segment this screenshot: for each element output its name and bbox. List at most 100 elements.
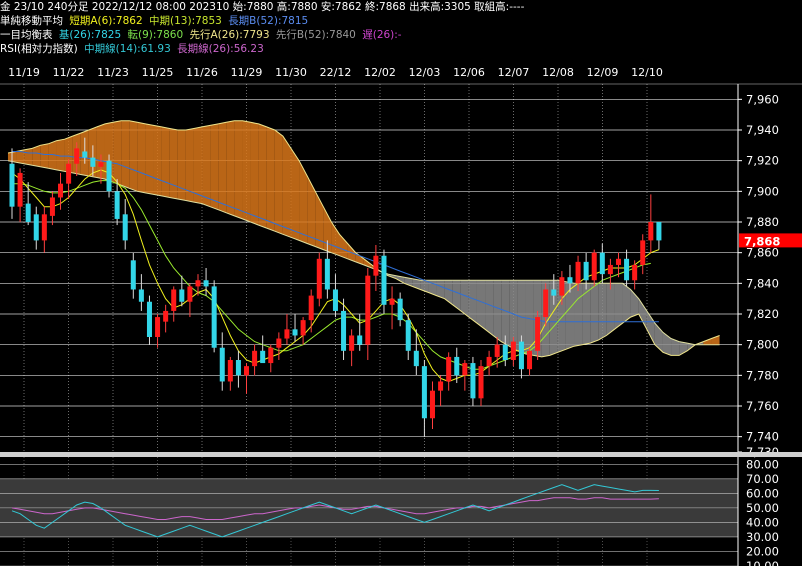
cloud-segment (40, 143, 49, 169)
candlesticks (9, 137, 662, 437)
date-label: 12/03 (409, 66, 441, 79)
cloud-segment (485, 280, 494, 336)
candle-body (33, 214, 39, 241)
candle-body (615, 258, 621, 265)
date-label: 12/07 (498, 66, 530, 79)
candle-body (502, 344, 508, 360)
candle-body (607, 264, 613, 275)
cloud-segment (121, 120, 130, 189)
candle-body (527, 350, 533, 370)
cloud-segment (193, 126, 203, 204)
cloud-segment (137, 122, 146, 193)
cloud-segment (226, 120, 235, 216)
candle-body (235, 360, 241, 376)
cloud-segment (638, 298, 647, 330)
candle-body (146, 301, 152, 337)
price-tick-label: 7,880 (746, 215, 779, 229)
price-tick-label: 7,940 (746, 123, 779, 137)
candle-body (389, 298, 395, 305)
date-label: 11/19 (8, 66, 40, 79)
cloud-segment (274, 130, 283, 235)
candle-body (421, 366, 427, 419)
candle-body (591, 252, 597, 281)
cloud-segment (242, 120, 251, 222)
cloud-segment (646, 310, 655, 345)
candle-body (195, 280, 201, 287)
candle-body (114, 191, 120, 219)
price-tick-label: 7,760 (746, 399, 779, 413)
candle-body (510, 341, 516, 360)
price-chart[interactable]: 11/19 11/22 11/23 11/25 11/26 11/29 11/30 22/12… (0, 0, 802, 566)
candle-body (179, 289, 185, 302)
candle-body (470, 363, 476, 399)
date-label: 12/02 (364, 66, 396, 79)
candle-body (349, 335, 355, 351)
candle-body (58, 183, 64, 198)
rsi-tick-label: 10.00 (746, 559, 779, 566)
candle-body (397, 298, 403, 321)
candle-body (648, 222, 654, 241)
date-label: 11/22 (53, 66, 85, 79)
cloud-segment (598, 283, 607, 341)
cloud-segment (290, 148, 300, 241)
date-label: 11/29 (231, 66, 263, 79)
candle-body (381, 255, 387, 305)
candle-body (640, 240, 646, 265)
candle-body (163, 310, 169, 322)
candle-body (324, 258, 330, 290)
candle-body (429, 390, 436, 419)
cloud-segment (24, 148, 33, 166)
candle-body (599, 252, 605, 275)
candle-body (268, 347, 274, 364)
rsi-tick-label: 40.00 (746, 515, 779, 529)
candle-body (462, 363, 468, 376)
cloud-segment (129, 120, 138, 192)
cloud-segment (590, 283, 599, 344)
date-label: 11/26 (186, 66, 218, 79)
date-label: 11/23 (97, 66, 129, 79)
candle-body (98, 162, 104, 167)
candle-body (203, 280, 209, 287)
candle-body (90, 157, 96, 167)
price-tick-label: 7,800 (746, 338, 779, 352)
rsi-tick-label: 60.00 (746, 486, 779, 500)
candle-body (341, 310, 347, 351)
candle-body (155, 317, 161, 337)
price-tick-label: 7,820 (746, 307, 779, 321)
price-tick-label: 7,920 (746, 154, 779, 168)
candle-body (300, 320, 306, 336)
candle-body (486, 356, 492, 367)
candle-body (308, 295, 314, 321)
cloud-segment (177, 130, 186, 201)
candle-body (292, 329, 298, 336)
candle-body (9, 163, 15, 207)
candle-body (41, 214, 47, 241)
price-tick-label: 7,780 (746, 368, 779, 382)
candle-body (74, 148, 80, 164)
candle-body (559, 277, 565, 296)
rsi-tick-label: 20.00 (746, 544, 779, 558)
cloud-segment (622, 283, 631, 324)
candle-body (252, 350, 258, 367)
cloud-segment (266, 126, 275, 232)
candle-body (551, 289, 557, 296)
cloud-segment (113, 120, 122, 186)
cloud-segment (169, 128, 178, 199)
candle-body (227, 360, 233, 382)
cloud-segment (493, 280, 502, 342)
candle-body (373, 255, 379, 276)
date-label: 11/30 (275, 66, 307, 79)
candle-body (106, 160, 112, 192)
cloud-segment (161, 126, 170, 198)
rsi-tick-label: 30.00 (746, 530, 779, 544)
cloud-segment (258, 123, 267, 229)
candle-body (243, 366, 250, 376)
candle-body (130, 260, 136, 290)
cloud-segment (202, 125, 211, 207)
candle-body (446, 356, 452, 382)
candle-body (567, 277, 573, 284)
candle-body (49, 197, 55, 216)
candle-body (82, 151, 88, 158)
date-label: 12/06 (453, 66, 485, 79)
current-price-label: 7,868 (744, 234, 780, 248)
